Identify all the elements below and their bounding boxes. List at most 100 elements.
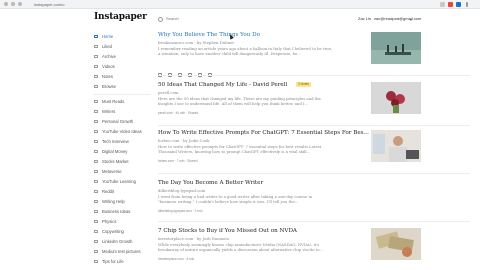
article-title[interactable]: How To Write Effective Prompts For ChatG… bbox=[158, 130, 369, 136]
article-thumbnail[interactable] bbox=[371, 130, 421, 162]
sidebar-folder[interactable]: Physics bbox=[93, 217, 151, 226]
sidebar-item-videos[interactable]: Videos bbox=[93, 62, 151, 71]
article-row[interactable]: 7 Chip Stocks to Buy if You Missed Out o… bbox=[158, 228, 480, 268]
sidebar-folder-label: Personal Growth bbox=[102, 119, 134, 124]
folder-icon bbox=[94, 240, 98, 243]
article-row[interactable]: How To Write Effective Prompts For ChatG… bbox=[158, 130, 480, 170]
sidebar-folder-label: Medium test pictures bbox=[102, 249, 141, 254]
sidebar-folder[interactable]: Tech Interview bbox=[93, 137, 151, 146]
folder-icon bbox=[94, 230, 98, 233]
browser-toolbar: instapaper.com/u bbox=[0, 0, 480, 9]
sidebar-folder[interactable]: Medium test pictures bbox=[93, 247, 151, 256]
sidebar-item-liked[interactable]: Liked bbox=[93, 42, 151, 51]
birds-image bbox=[371, 32, 421, 64]
notes-icon bbox=[94, 75, 98, 78]
sidebar-folder-label: Must Reads bbox=[102, 99, 125, 104]
sidebar-folder[interactable]: Copywriting bbox=[93, 227, 151, 236]
sidebar-item-label: Notes bbox=[102, 74, 113, 79]
sidebar-item-browse[interactable]: Browse bbox=[93, 82, 151, 91]
sidebar-folder[interactable]: Reddit bbox=[93, 187, 151, 196]
folder-icon bbox=[94, 200, 98, 203]
sidebar-folder-label: Digital Money bbox=[102, 149, 128, 154]
folder-icon bbox=[94, 100, 98, 103]
sidebar-item-home[interactable]: Home bbox=[93, 32, 151, 41]
folder-icon bbox=[94, 260, 98, 263]
sidebar-folder-label: Writing Help bbox=[102, 199, 125, 204]
user-name[interactable]: Zac Lin bbox=[358, 16, 371, 21]
video-icon bbox=[94, 65, 98, 68]
sidebar-item-label: Videos bbox=[102, 64, 115, 69]
app-header: Instapaper Zac Lin zac@readpad@gmail.com… bbox=[0, 9, 480, 28]
article-source: dilbertblog.typepad.com bbox=[158, 188, 206, 193]
instapaper-logo[interactable]: Instapaper bbox=[94, 12, 147, 22]
folder-icon bbox=[94, 120, 98, 123]
sidebar-folder-label: Writers bbox=[102, 109, 116, 114]
sidebar-folder[interactable]: Digital Money bbox=[93, 147, 151, 156]
article-thumbnail[interactable] bbox=[371, 82, 421, 114]
article-meta: forbes.com · 7 min · Shared bbox=[158, 159, 198, 163]
article-thumbnail[interactable] bbox=[371, 228, 421, 260]
sidebar-folder[interactable]: Metaverse bbox=[93, 167, 151, 176]
article-title[interactable]: Why You Believe The Things You Do bbox=[158, 32, 260, 38]
instapaper-extension-icon[interactable] bbox=[448, 2, 453, 7]
folder-icon bbox=[94, 210, 98, 213]
sidebar-item-archive[interactable]: Archive bbox=[93, 52, 151, 61]
home-icon bbox=[94, 35, 98, 38]
extension-icon[interactable] bbox=[440, 2, 445, 7]
folder-icon bbox=[94, 110, 98, 113]
article-row[interactable]: The Day You Become A Better Writer dilbe… bbox=[158, 180, 480, 220]
article-row[interactable]: 50 Ideas That Changed My Life - David Pe… bbox=[158, 82, 480, 122]
article-meta: investorplace.com · 6 min bbox=[158, 257, 195, 261]
article-row[interactable]: Why You Believe The Things You Do freako… bbox=[158, 32, 480, 77]
article-description: I remember reading an article years ago … bbox=[158, 46, 358, 56]
sidebar-folder-label: Metaverse bbox=[102, 169, 122, 174]
article-title[interactable]: 7 Chip Stocks to Buy if You Missed Out o… bbox=[158, 228, 297, 234]
article-source: perell.com bbox=[158, 90, 179, 95]
sidebar-folder[interactable]: LinkedIn Growth bbox=[93, 237, 151, 246]
article-description: While everybody seemingly knows chip man… bbox=[158, 242, 358, 252]
sidebar-folder[interactable]: Stocks Market bbox=[93, 157, 151, 166]
article-title[interactable]: 50 Ideas That Changed My Life - David Pe… bbox=[158, 82, 287, 88]
profile-icon[interactable] bbox=[456, 2, 461, 7]
sidebar-divider bbox=[93, 94, 151, 95]
search-icon[interactable] bbox=[158, 17, 163, 22]
article-thumbnail[interactable] bbox=[371, 32, 421, 64]
sidebar-item-label: Home bbox=[102, 34, 114, 39]
article-actions bbox=[158, 64, 218, 77]
menu-icon[interactable] bbox=[466, 2, 468, 7]
back-icon[interactable] bbox=[4, 2, 8, 6]
sidebar-folder[interactable]: Writing Help bbox=[93, 197, 151, 206]
sidebar-folder[interactable]: Writers bbox=[93, 107, 151, 116]
description-line: breakaway of nature organically yields a… bbox=[158, 247, 324, 252]
search-input[interactable] bbox=[166, 14, 226, 23]
description-line: Thousand Writers, knowing how to prompt … bbox=[158, 149, 311, 154]
forward-icon[interactable] bbox=[11, 2, 15, 6]
sidebar-item-label: Archive bbox=[102, 54, 116, 59]
article-meta: perell.com · 44 min · Shared bbox=[158, 111, 199, 115]
sidebar-folder[interactable]: YouTube Learning bbox=[93, 177, 151, 186]
person-image bbox=[371, 130, 421, 162]
folder-icon bbox=[94, 150, 98, 153]
address-bar[interactable]: instapaper.com/u bbox=[34, 1, 64, 8]
account-caret-icon[interactable]: ▾ bbox=[410, 17, 412, 22]
description-line: insights I use to understand life. All o… bbox=[158, 101, 309, 106]
folder-icon bbox=[94, 220, 98, 223]
browse-icon bbox=[94, 85, 98, 88]
sidebar-folder[interactable]: Personal Growth bbox=[93, 117, 151, 126]
sidebar-item-notes[interactable]: Notes bbox=[93, 72, 151, 81]
sidebar-folder-label: Physics bbox=[102, 219, 117, 224]
sidebar-folder[interactable]: YouTube Video Ideas bbox=[93, 127, 151, 136]
reload-icon[interactable] bbox=[18, 2, 22, 6]
folder-icon bbox=[94, 160, 98, 163]
article-description: Here are the 50 ideas that changed my li… bbox=[158, 96, 358, 106]
sidebar-item-label: Liked bbox=[102, 44, 113, 49]
notes-badge[interactable]: 3 Notes bbox=[296, 82, 311, 87]
sidebar-folder[interactable]: Must Reads bbox=[93, 97, 151, 106]
sidebar-folder[interactable]: Tips for Life bbox=[93, 257, 151, 266]
article-title[interactable]: The Day You Become A Better Writer bbox=[158, 180, 263, 186]
money-image bbox=[371, 228, 421, 260]
sidebar-folder[interactable]: Business Ideas bbox=[93, 207, 151, 216]
article-description: How to write effective prompts for ChatG… bbox=[158, 144, 358, 154]
sidebar-folder-label: Tech Interview bbox=[102, 139, 129, 144]
user-email[interactable]: zac@readpad@gmail.com bbox=[374, 16, 421, 21]
